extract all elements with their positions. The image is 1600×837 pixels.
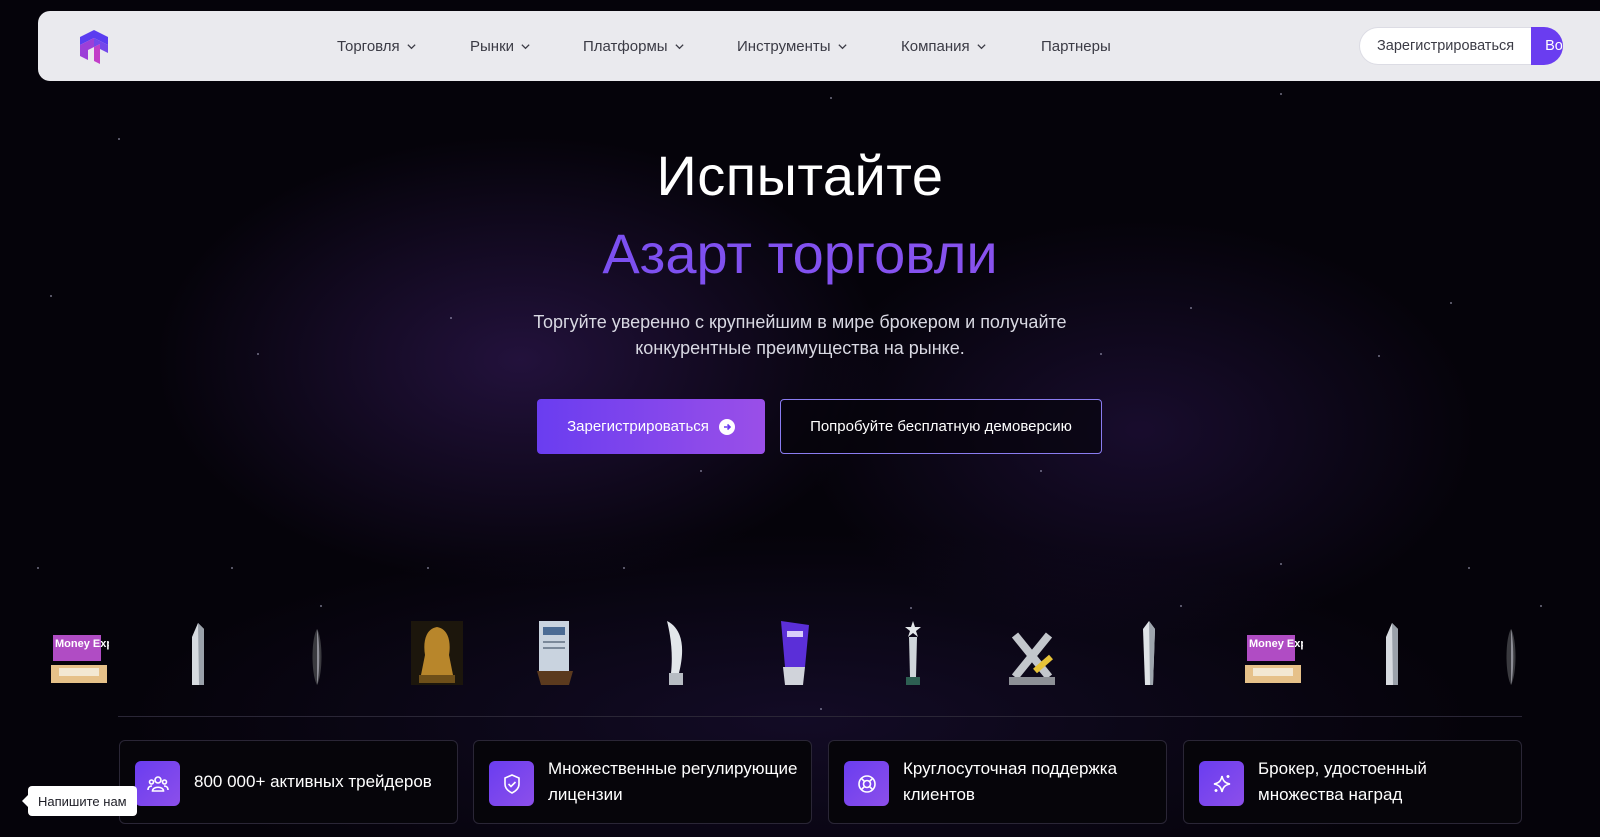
- star-dot: [1468, 567, 1470, 569]
- glass-flame-award: [663, 621, 689, 685]
- nav-item-label: Компания: [901, 37, 970, 55]
- star-dot: [1540, 605, 1542, 607]
- crystal-trophy-award: [1383, 623, 1401, 685]
- feature-text: 800 000+ активных трейдеров: [194, 772, 432, 791]
- feature-card-awards: Брокер, удостоенный множества наград: [1183, 740, 1522, 824]
- nav-item-label: Рынки: [470, 37, 515, 55]
- support-lifebuoy-icon: [844, 761, 889, 806]
- nav-item-partners[interactable]: Партнеры: [1041, 38, 1111, 55]
- nav-item-tools[interactable]: Инструменты: [737, 38, 848, 55]
- plaque-award: [537, 621, 573, 685]
- star-dot: [700, 470, 702, 472]
- golden-pharaoh-award: [411, 621, 463, 685]
- shield-icon: [489, 761, 534, 806]
- money-expo-award: Money Expo: [49, 633, 120, 685]
- star-dot: [1378, 355, 1380, 357]
- star-dot: [830, 97, 832, 99]
- chevron-down-icon: [407, 43, 416, 49]
- nav-item-label: Партнеры: [1041, 37, 1111, 55]
- nav-login-button[interactable]: Во: [1531, 27, 1564, 65]
- chevron-down-icon: [837, 43, 847, 49]
- star-dot: [1280, 563, 1282, 565]
- feature-text: Множественные регулирующие лицензии: [548, 759, 798, 804]
- chevron-down-icon: [674, 43, 684, 49]
- svg-text:Money Expo: Money Expo: [55, 638, 109, 650]
- nav-item-markets[interactable]: Рынки: [470, 38, 531, 55]
- feature-text: Брокер, удостоенный множества наград: [1258, 759, 1427, 804]
- dark-crystal-award: [309, 629, 325, 685]
- arrow-right-icon: [718, 418, 735, 435]
- nav-item-company[interactable]: Компания: [901, 38, 987, 55]
- hero-title-accent: Азарт торговли: [0, 221, 1600, 286]
- nav-actions: Зарегистрироваться Во: [1359, 27, 1564, 65]
- star-dot: [1180, 605, 1182, 607]
- star-dot: [320, 605, 322, 607]
- nav-register-button[interactable]: Зарегистрироваться: [1359, 27, 1532, 65]
- star-dot: [623, 567, 625, 569]
- star-dot: [257, 353, 259, 355]
- star-dot: [1450, 302, 1452, 304]
- top-navbar: Торговля Рынки Платформы Инструменты Ком…: [38, 11, 1600, 81]
- feature-card-support: Круглосуточная поддержка клиентов: [828, 740, 1167, 824]
- purple-trophy-award: [775, 621, 813, 685]
- hero-register-label: Зарегистрироваться: [567, 418, 709, 435]
- star-dot: [1280, 93, 1282, 95]
- star-dot: [1040, 470, 1042, 472]
- star-dot: [1190, 307, 1192, 309]
- hero-subtitle-line1: Торгуйте уверенно с крупнейшим в мире бр…: [533, 312, 1067, 332]
- chevron-down-icon: [977, 43, 986, 49]
- hero-subtitle: Торгуйте уверенно с крупнейшим в мире бр…: [480, 309, 1120, 361]
- hero-demo-button[interactable]: Попробуйте бесплатную демоверсию: [780, 399, 1102, 454]
- crystal-trophy-award: [189, 623, 207, 685]
- nav-item-platforms[interactable]: Платформы: [583, 38, 685, 55]
- feature-text: Круглосуточная поддержка клиентов: [903, 759, 1118, 804]
- nav-item-trading[interactable]: Торговля: [337, 38, 417, 55]
- star-dot: [910, 607, 912, 609]
- obelisk-award: [1141, 621, 1157, 685]
- star-dot: [50, 295, 52, 297]
- x-award: [1005, 631, 1059, 685]
- star-dot: [118, 138, 120, 140]
- nav-item-label: Инструменты: [737, 37, 831, 55]
- svg-text:Money Expo: Money Expo: [1249, 638, 1303, 650]
- users-icon: [135, 761, 180, 806]
- section-divider: [118, 716, 1522, 717]
- hero-title: Испытайте: [656, 144, 944, 207]
- star-dot: [450, 317, 452, 319]
- chevron-down-icon: [521, 43, 530, 49]
- hero-register-button[interactable]: Зарегистрироваться: [537, 399, 765, 454]
- chat-widget-button[interactable]: Напишите нам: [22, 786, 137, 816]
- star-dot: [427, 567, 429, 569]
- star-dot: [37, 567, 39, 569]
- brand-logo-icon[interactable]: [74, 27, 114, 67]
- awards-carousel[interactable]: Money Expo Money Expo: [0, 615, 1600, 685]
- sparkle-icon: [1199, 761, 1244, 806]
- feature-card-traders: 800 000+ активных трейдеров: [119, 740, 458, 824]
- nav-item-label: Торговля: [337, 37, 400, 55]
- nav-item-label: Платформы: [583, 37, 668, 55]
- dark-crystal-award: [1503, 629, 1519, 685]
- star-trophy-award: [903, 621, 923, 685]
- star-dot: [820, 708, 822, 710]
- star-dot: [231, 567, 233, 569]
- feature-card-licenses: Множественные регулирующие лицензии: [473, 740, 812, 824]
- hero-subtitle-line2: конкурентные преимущества на рынке.: [635, 338, 965, 358]
- money-expo-award: Money Expo: [1243, 633, 1314, 685]
